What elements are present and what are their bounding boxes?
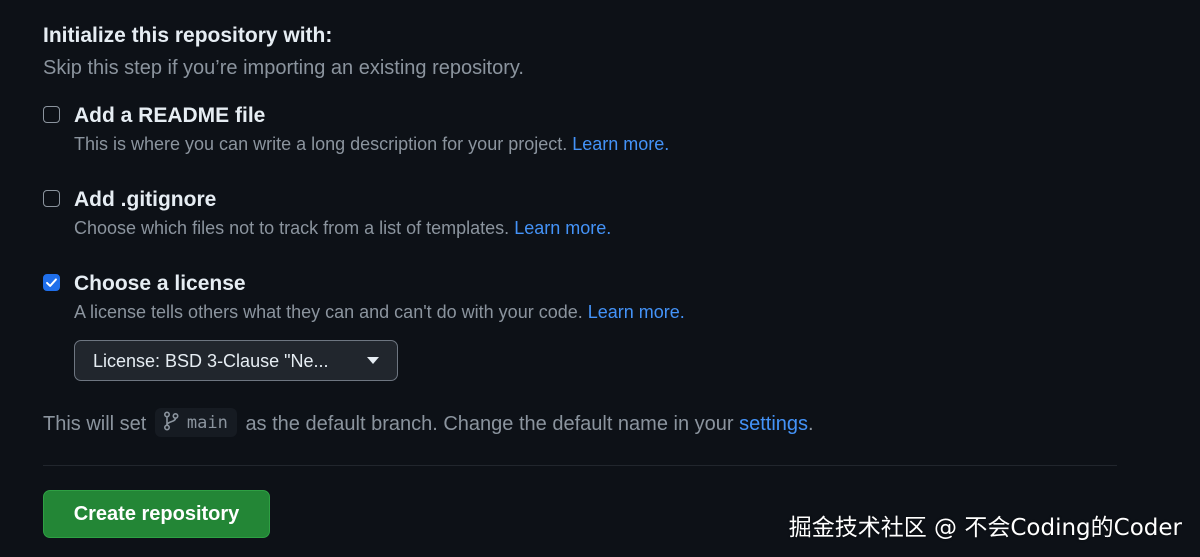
license-label[interactable]: Choose a license — [74, 272, 246, 296]
license-select-button[interactable]: License: BSD 3-Clause "Ne... — [74, 340, 398, 381]
readme-label[interactable]: Add a README file — [74, 104, 265, 128]
branch-middle-text: as the default branch. Change the defaul… — [245, 412, 734, 435]
triangle-down-icon — [367, 357, 379, 364]
git-branch-icon — [163, 411, 179, 431]
gitignore-checkbox[interactable] — [43, 190, 60, 207]
gitignore-desc-text: Choose which files not to track from a l… — [74, 218, 510, 238]
section-divider — [43, 465, 1117, 466]
branch-name-pill: main — [154, 408, 237, 437]
branch-suffix-text: . — [808, 412, 814, 435]
gitignore-description: Choose which files not to track from a l… — [74, 218, 611, 239]
branch-name: main — [186, 413, 228, 433]
init-subtitle: Skip this step if you’re importing an ex… — [43, 57, 524, 79]
readme-description: This is where you can write a long descr… — [74, 134, 669, 155]
settings-link[interactable]: settings — [739, 413, 808, 435]
license-learn-more-link[interactable]: Learn more. — [588, 302, 685, 322]
license-select-value: License: BSD 3-Clause "Ne... — [93, 351, 329, 371]
gitignore-learn-more-link[interactable]: Learn more. — [514, 218, 611, 238]
license-checkbox[interactable] — [43, 274, 60, 291]
create-repository-button[interactable]: Create repository — [43, 490, 270, 538]
license-description: A license tells others what they can and… — [74, 302, 685, 323]
default-branch-note: This will set main as the default branch… — [43, 408, 814, 439]
watermark-text: 掘金技术社区 @ 不会Coding的Coder — [788, 515, 1182, 541]
license-desc-text: A license tells others what they can and… — [74, 302, 583, 322]
readme-desc-text: This is where you can write a long descr… — [74, 134, 568, 154]
gitignore-label[interactable]: Add .gitignore — [74, 188, 216, 212]
readme-learn-more-link[interactable]: Learn more. — [572, 134, 669, 154]
readme-checkbox[interactable] — [43, 106, 60, 123]
check-icon — [46, 278, 57, 287]
init-title: Initialize this repository with: — [43, 24, 333, 47]
branch-prefix-text: This will set — [43, 412, 147, 435]
repo-init-section: Initialize this repository with: Skip th… — [0, 0, 1200, 557]
